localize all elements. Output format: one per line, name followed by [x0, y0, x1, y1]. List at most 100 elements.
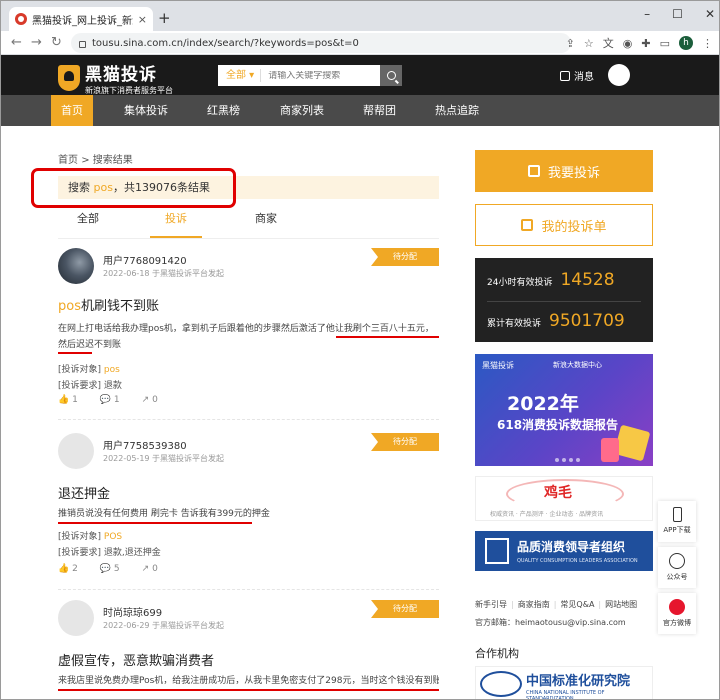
new-tab-icon[interactable]: +	[158, 9, 171, 27]
puzzle-icon[interactable]: ✚	[641, 37, 650, 50]
complaint-date: 2022-06-18 于黑猫投诉平台发起	[103, 269, 225, 278]
float-weibo[interactable]: 官方微博	[658, 593, 696, 634]
profile-avatar[interactable]: h	[679, 36, 693, 50]
like-count[interactable]: 👍 2	[58, 564, 78, 574]
window-controls: – ☐ ✕	[644, 7, 715, 21]
carousel-dots[interactable]	[555, 458, 580, 462]
result-tabs: 全部 投诉 商家	[58, 206, 439, 239]
bookmark-star-icon[interactable]: ☆	[584, 37, 594, 50]
complaint-date: 2022-05-19 于黑猫投诉平台发起	[103, 454, 225, 463]
nav-home[interactable]: 首页	[51, 95, 93, 126]
complaint-card[interactable]: 时尚琼琼699 2022-06-29 于黑猫投诉平台发起 待分配 虚假宣传，恶意…	[58, 600, 439, 699]
url-bar[interactable]: tousu.sina.com.cn/index/search/?keywords…	[71, 33, 571, 53]
avatar	[58, 433, 94, 469]
weibo-label: 官方微博	[663, 619, 691, 627]
complain-button[interactable]: 我要投诉	[475, 150, 653, 192]
target-value[interactable]: pos	[104, 365, 120, 375]
comment-count[interactable]: 💬 1	[100, 395, 120, 405]
complaint-user[interactable]: 用户7768091420	[103, 252, 187, 267]
comments-value: 1	[113, 395, 120, 405]
tab-all[interactable]: 全部	[77, 210, 99, 238]
translate-icon[interactable]: 文	[603, 35, 614, 51]
share-icon: ↗	[141, 564, 150, 574]
address-toolbar: ← → ↻ tousu.sina.com.cn/index/search/?ke…	[1, 31, 719, 55]
nav-group-complaints[interactable]: 集体投诉	[114, 95, 178, 126]
browser-tab[interactable]: 黑猫投诉_网上投诉_新浪旗下消费 ×	[9, 7, 153, 31]
share-count[interactable]: ↗ 0	[142, 564, 158, 574]
close-window-icon[interactable]: ✕	[705, 7, 715, 21]
search-input[interactable]	[261, 70, 380, 81]
nav-help-team[interactable]: 帮帮团	[353, 95, 406, 126]
complaint-title[interactable]: 退还押金	[58, 483, 110, 502]
complaint-card[interactable]: 用户7758539380 2022-05-19 于黑猫投诉平台发起 待分配 退还…	[58, 433, 439, 583]
thumb-up-icon: 👍	[58, 395, 70, 405]
nav-hot-tracking[interactable]: 热点追踪	[425, 95, 489, 126]
link-sitemap[interactable]: 网站地图	[605, 600, 637, 609]
avatar	[58, 248, 94, 284]
breadcrumb-separator: >	[81, 155, 90, 166]
complaint-user[interactable]: 用户7758539380	[103, 437, 187, 452]
breadcrumb-current: 搜索结果	[92, 155, 133, 166]
ad-name: 鸡毛	[544, 485, 572, 501]
sidepanel-icon[interactable]: ▭	[660, 37, 670, 50]
link-guide[interactable]: 新手引导	[475, 600, 507, 609]
nav-merchant-list[interactable]: 商家列表	[270, 95, 334, 126]
back-icon[interactable]: ←	[11, 35, 22, 50]
tab-strip: 黑猫投诉_网上投诉_新浪旗下消费 × + – ☐ ✕	[1, 1, 719, 31]
breadcrumb-home[interactable]: 首页	[58, 155, 78, 166]
reload-icon[interactable]: ↻	[51, 35, 62, 50]
tab-complaints[interactable]: 投诉	[150, 210, 202, 238]
complaint-title[interactable]: 虚假宣传，恶意欺骗消费者	[58, 650, 214, 669]
float-wechat[interactable]: 公众号	[658, 547, 696, 588]
complaint-user[interactable]: 时尚琼琼699	[103, 604, 162, 619]
status-badge: 待分配	[371, 600, 439, 618]
divider	[487, 301, 641, 302]
messages-link[interactable]: 消息	[560, 68, 594, 83]
user-avatar[interactable]	[608, 64, 630, 86]
title-keyword: pos	[58, 299, 81, 314]
complaint-card[interactable]: 用户7768091420 2022-06-18 于黑猫投诉平台发起 待分配 po…	[58, 248, 439, 413]
extension-icon[interactable]: ◉	[623, 37, 633, 50]
shares-value: 0	[152, 395, 158, 405]
media-ad-banner[interactable]: 鸡毛 权威资讯 · 产品测评 · 企业动态 · 品牌资讯	[475, 476, 653, 521]
share-icon[interactable]: ⇪	[566, 37, 575, 50]
edit-icon	[527, 165, 540, 177]
complaint-stats: 👍 2 💬 5 ↗ 0	[58, 564, 158, 574]
status-badge: 待分配	[371, 248, 439, 266]
maximize-icon[interactable]: ☐	[672, 7, 683, 21]
annotation-underline	[58, 352, 92, 354]
my-complaints-button[interactable]: 我的投诉单	[475, 204, 653, 246]
tab-merchants[interactable]: 商家	[255, 210, 277, 238]
shares-value: 0	[152, 564, 158, 574]
menu-kebab-icon[interactable]: ⋮	[702, 37, 713, 50]
weibo-icon	[669, 599, 685, 615]
share-icon: ↗	[141, 395, 150, 405]
title-text: 退还押金	[58, 487, 111, 502]
search-button[interactable]	[380, 65, 402, 86]
complaint-request: [投诉要求] 退款	[58, 378, 122, 391]
banner-title: 618消费投诉数据报告	[497, 418, 619, 432]
report-banner[interactable]: 黑猫投诉 新浪大数据中心 2022年 618消费投诉数据报告	[475, 354, 653, 466]
stat-24h-value: 14528	[560, 270, 615, 290]
float-app-download[interactable]: APP下载	[658, 501, 696, 542]
tab-close-icon[interactable]: ×	[138, 13, 147, 26]
partners-heading: 合作机构	[475, 647, 519, 660]
link-faq[interactable]: 常见Q&A	[560, 600, 594, 609]
search-category-select[interactable]: 全部 ▾	[218, 69, 262, 82]
wechat-icon	[669, 553, 685, 569]
site-logo[interactable]: 黑猫投诉 新浪旗下消费者服务平台	[58, 60, 173, 96]
like-count[interactable]: 👍 1	[58, 395, 78, 405]
complaint-target: [投诉对象] pos	[58, 362, 120, 375]
minimize-icon[interactable]: –	[644, 7, 650, 21]
stat-24h: 24小时有效投诉 14528	[487, 270, 615, 290]
partner-cnis[interactable]: 中国标准化研究院 CHINA NATIONAL INSTITUTE OF STA…	[475, 666, 653, 699]
forward-icon[interactable]: →	[31, 35, 42, 50]
share-count[interactable]: ↗ 0	[142, 395, 158, 405]
complaint-title[interactable]: pos机刷钱不到账	[58, 295, 159, 314]
quality-org-banner[interactable]: 品质消费领导者组织 QUALITY CONSUMPTION LEADERS AS…	[475, 531, 653, 571]
target-value[interactable]: POS	[104, 532, 122, 542]
comment-count[interactable]: 💬 5	[100, 564, 120, 574]
link-merchant-guide[interactable]: 商家指南	[518, 600, 550, 609]
complaint-body: 推销员说没有任何费用 刷完卡 告诉我有399元的押金	[58, 509, 270, 519]
nav-red-black-list[interactable]: 红黑榜	[197, 95, 250, 126]
